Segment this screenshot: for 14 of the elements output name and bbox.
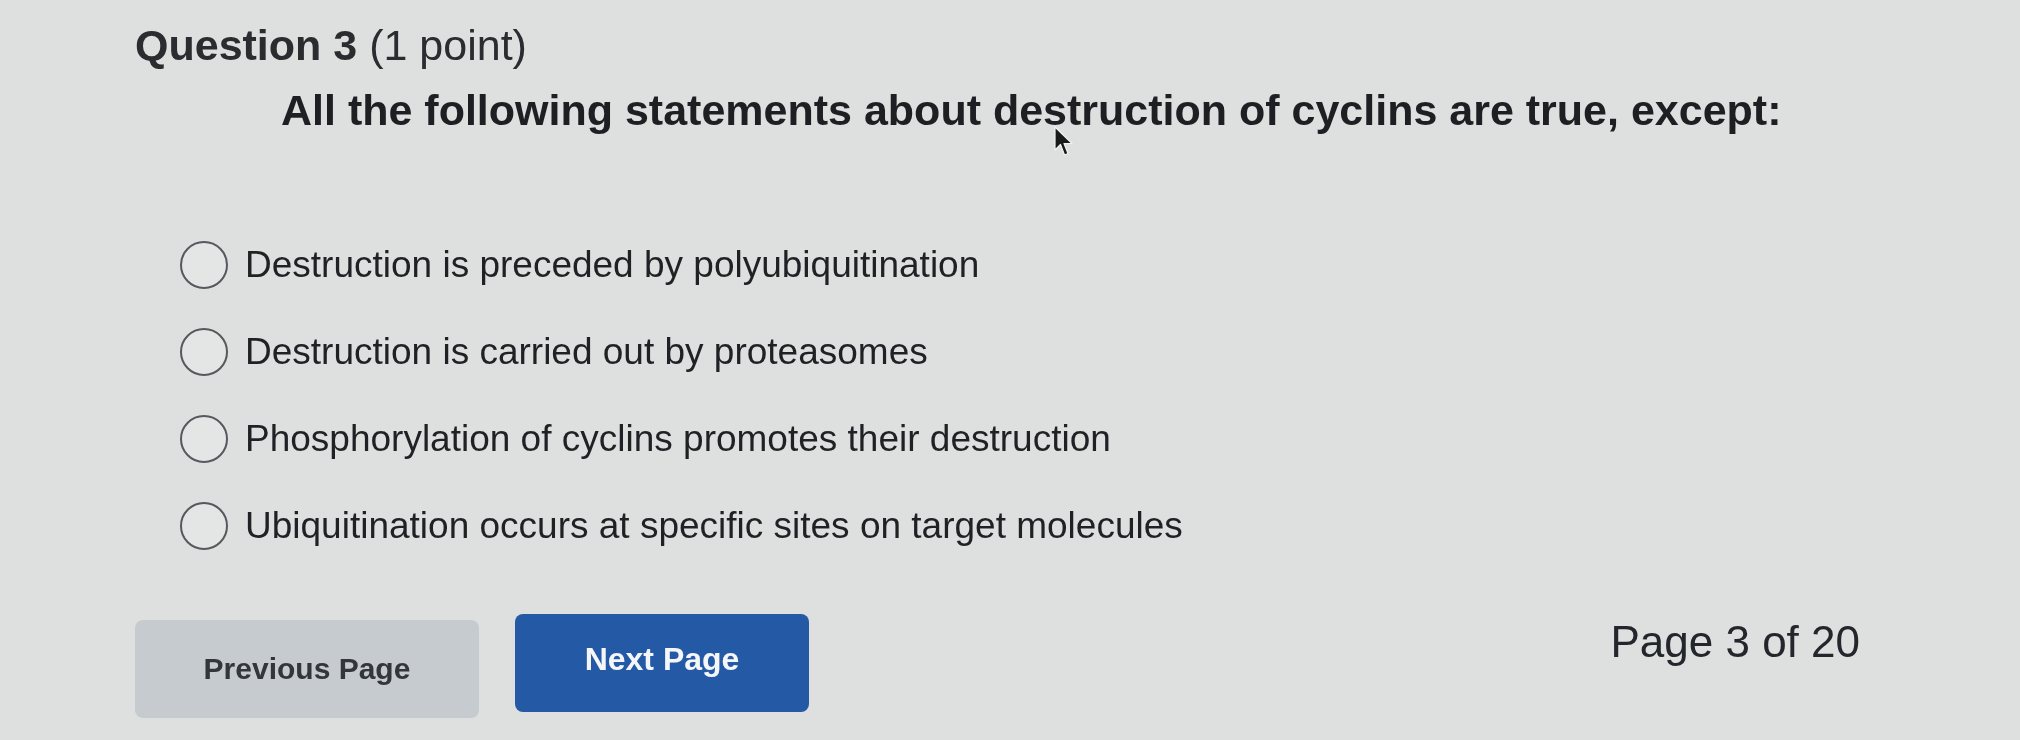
- question-title: Question 3 (1 point): [135, 20, 527, 70]
- radio-button[interactable]: [180, 414, 228, 463]
- next-page-button[interactable]: Next Page: [515, 614, 809, 712]
- option-label[interactable]: Destruction is carried out by proteasomes: [245, 329, 928, 374]
- option-label[interactable]: Ubiquitination occurs at specific sites on target molecules: [245, 503, 1183, 548]
- radio-button[interactable]: [180, 240, 228, 289]
- option-label[interactable]: Phosphorylation of cyclins promotes their destruction: [245, 416, 1111, 461]
- option-label[interactable]: Destruction is preceded by polyubiquitination: [245, 242, 980, 287]
- radio-button[interactable]: [180, 501, 228, 550]
- question-text: All the following statements about destruction of cyclins are true, except:: [281, 85, 1782, 136]
- page-indicator: Page 3 of 20: [1610, 616, 1860, 668]
- previous-page-button[interactable]: Previous Page: [135, 620, 479, 718]
- radio-button[interactable]: [180, 327, 228, 376]
- mouse-pointer-icon: [1054, 126, 1074, 158]
